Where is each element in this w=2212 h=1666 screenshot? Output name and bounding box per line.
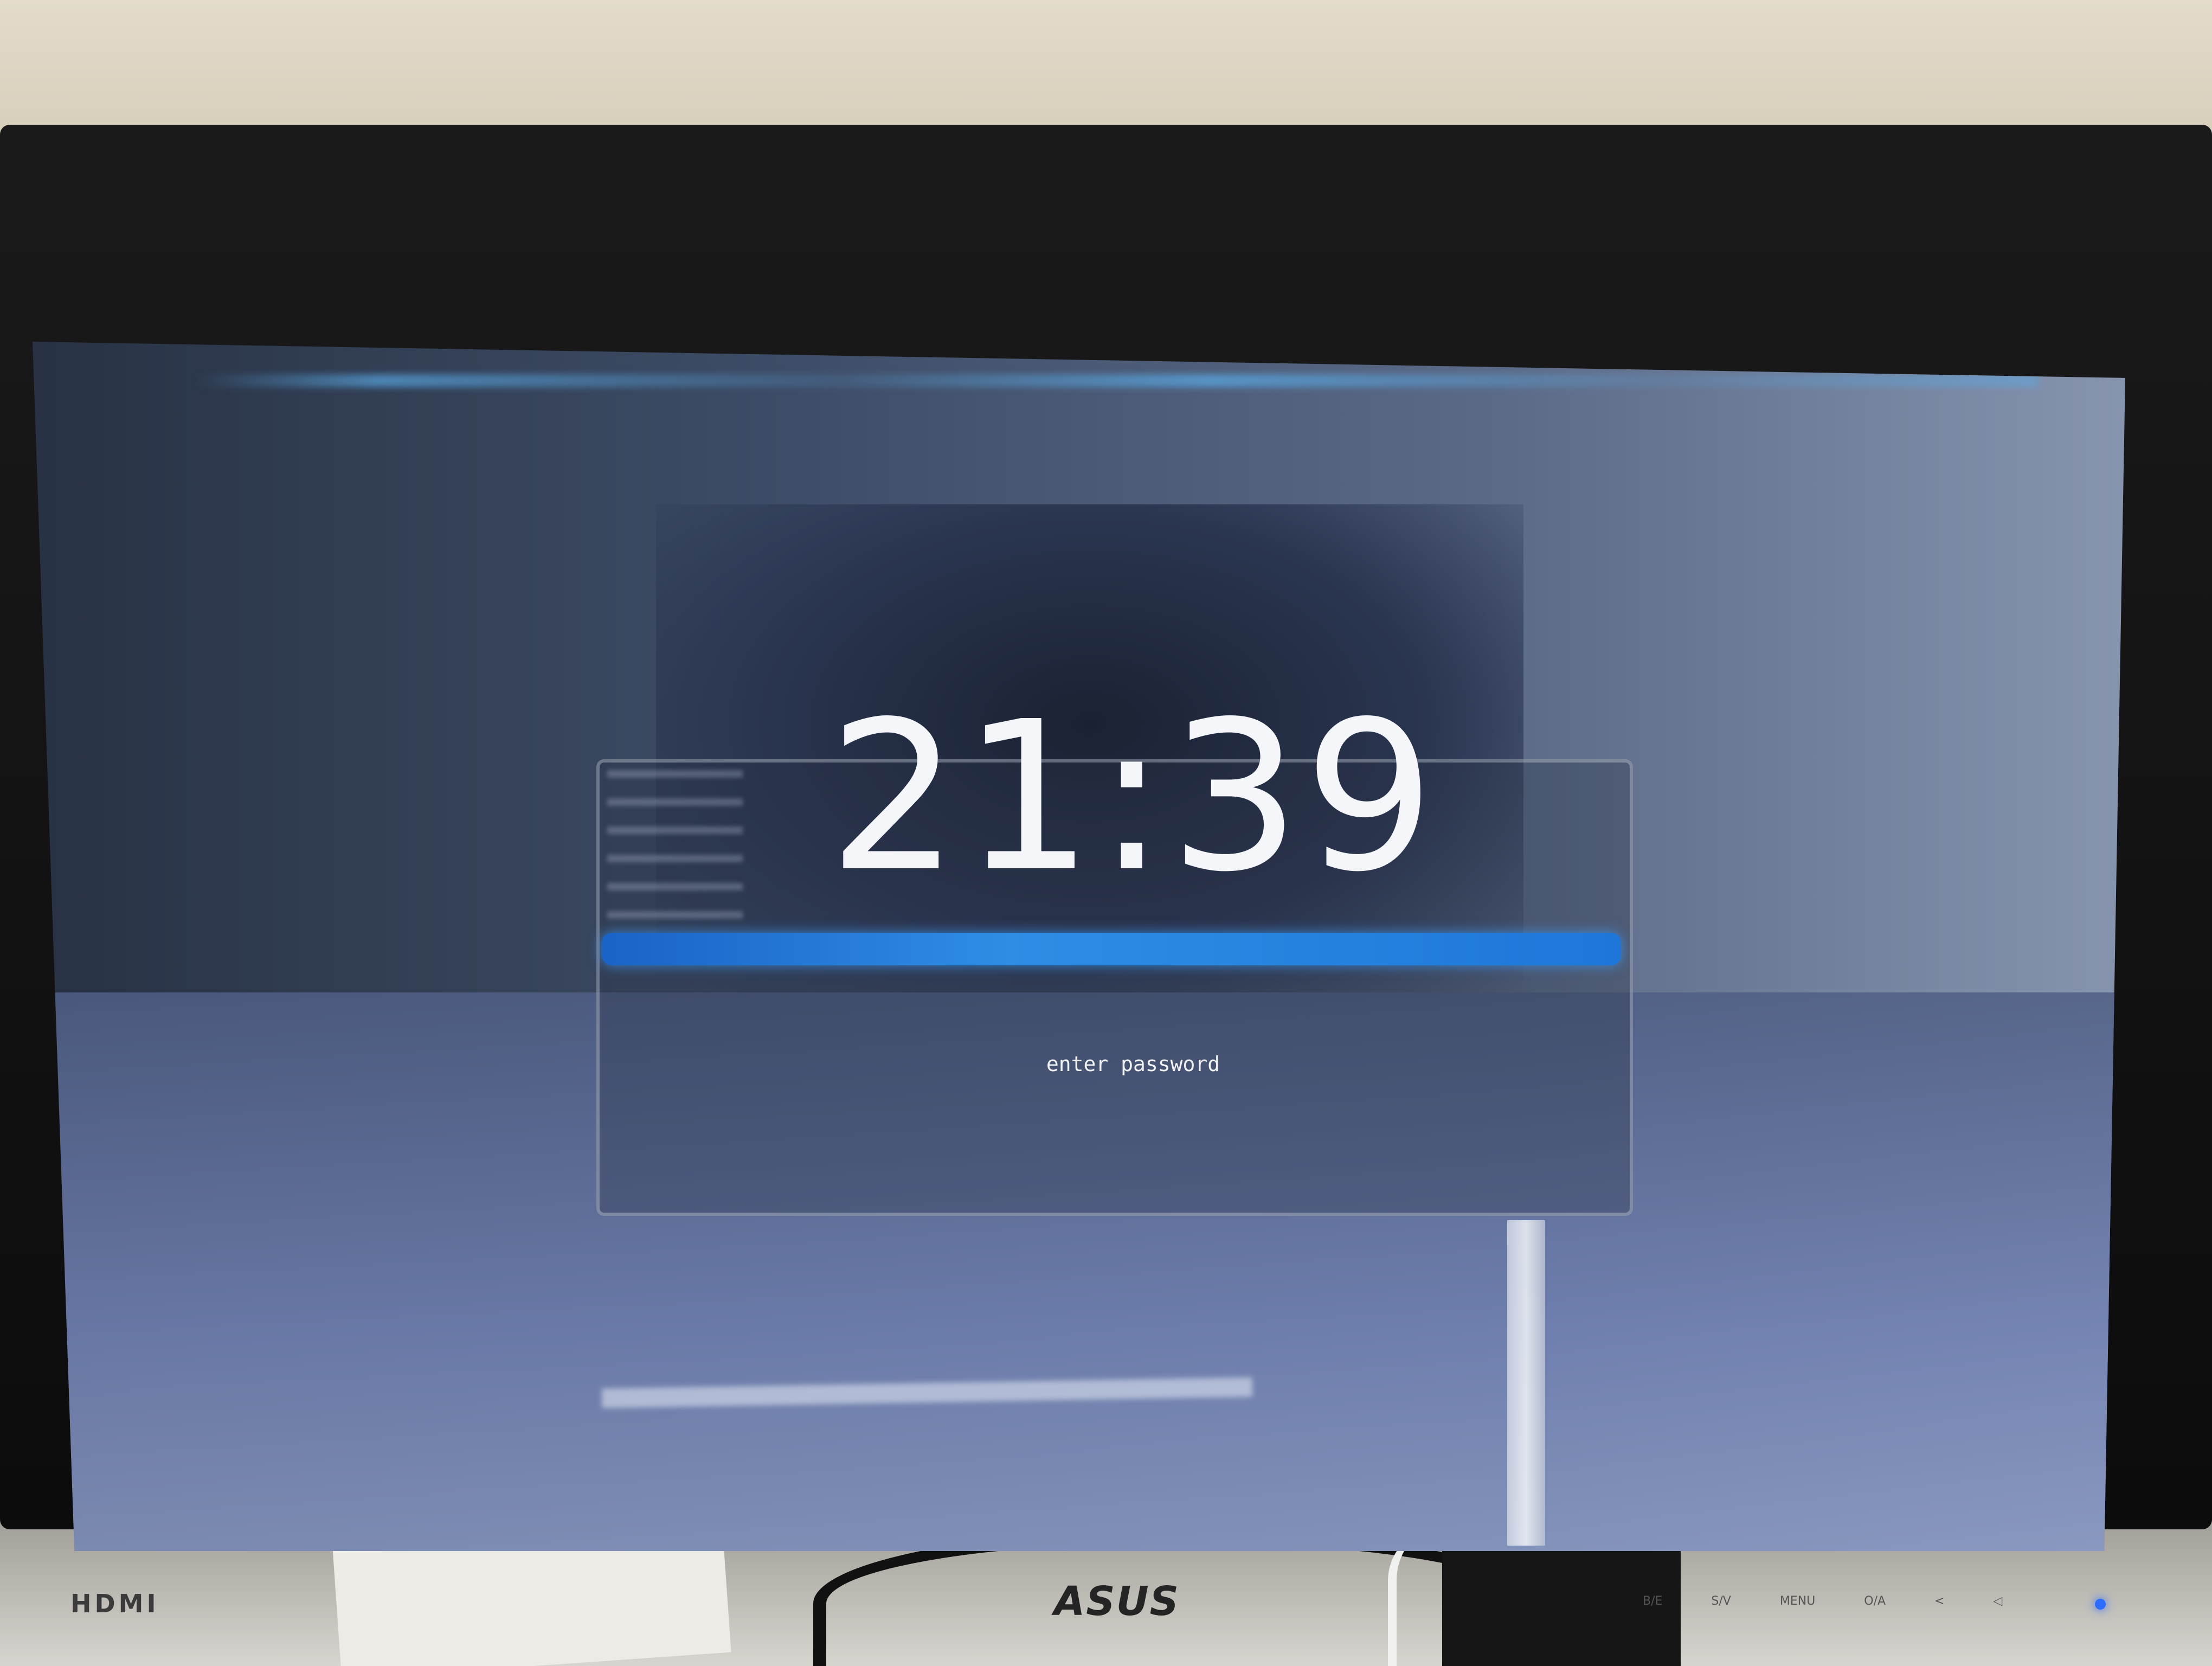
password-prompt[interactable]: enter password: [878, 1052, 1388, 1076]
bezel-button-menu[interactable]: MENU: [1780, 1594, 1815, 1608]
bezel-buttons: B/E S/V MENU O/A < ◁: [1643, 1594, 2002, 1608]
monitor: 21:39 enter password HDMI ASUS B/E S/V M…: [0, 125, 2212, 1625]
bezel-button-5[interactable]: <: [1934, 1594, 1944, 1608]
power-led-icon: [2095, 1599, 2106, 1610]
brand-logo: ASUS: [1054, 1578, 1180, 1625]
accent-bar: [602, 933, 1621, 965]
blurred-top-bar: [195, 374, 2039, 387]
blurred-menu-list: [607, 770, 743, 949]
bezel-button-2[interactable]: S/V: [1711, 1594, 1731, 1608]
bezel-button-1[interactable]: B/E: [1643, 1594, 1662, 1608]
clock-time: 21:39: [828, 677, 1438, 917]
hdmi-label: HDMI: [70, 1589, 159, 1618]
lock-screen: 21:39 enter password: [33, 342, 2125, 1551]
bezel-button-4[interactable]: O/A: [1864, 1594, 1886, 1608]
bezel-button-power[interactable]: ◁: [1994, 1594, 2003, 1608]
blurred-post: [1507, 1220, 1545, 1546]
